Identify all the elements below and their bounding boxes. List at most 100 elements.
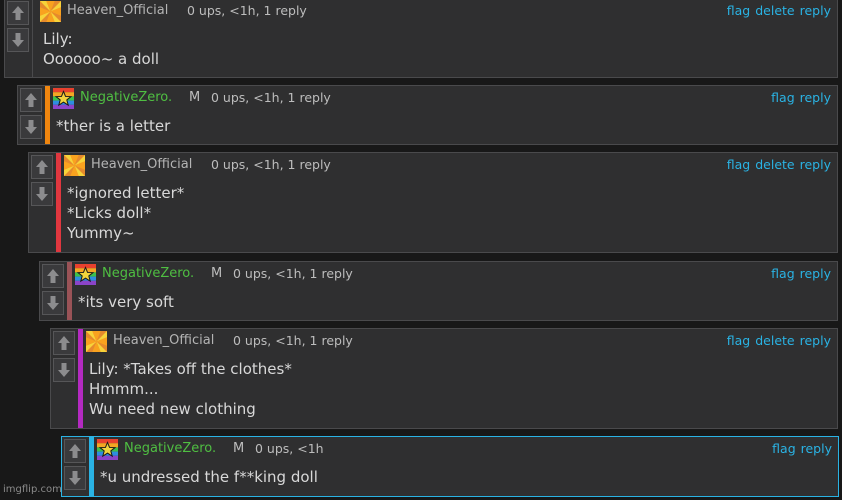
flag-link[interactable]: flag [772, 441, 795, 456]
comment-body: Heaven_Official 0 ups, <1h, 1 reply flag… [40, 0, 831, 77]
username-link[interactable]: NegativeZero. [80, 86, 172, 110]
arrow-down-icon [47, 296, 59, 310]
comment-header: Heaven_Official 0 ups, <1h, 1 reply flag… [64, 153, 831, 177]
arrow-down-icon [58, 363, 70, 377]
vote-column [5, 0, 33, 77]
thread-depth-bar [67, 262, 72, 320]
username-link[interactable]: Heaven_Official [113, 329, 214, 353]
comment-actions: flag reply [767, 437, 832, 461]
arrow-down-icon [25, 120, 37, 134]
comment-header: Heaven_Official 0 ups, <1h, 1 reply flag… [86, 329, 831, 353]
upvote-button[interactable] [31, 155, 53, 179]
comment-text: *ther is a letter [56, 117, 171, 135]
arrow-down-icon [12, 33, 24, 47]
comment-meta: 0 ups, <1h, 1 reply [233, 333, 353, 348]
arrow-up-icon [47, 269, 59, 283]
upvote-button[interactable] [42, 264, 64, 288]
comment-meta: 0 ups, <1h, 1 reply [187, 3, 307, 18]
arrow-down-icon [36, 187, 48, 201]
flag-link[interactable]: flag [771, 90, 794, 105]
username-link[interactable]: NegativeZero. [102, 262, 194, 286]
upvote-button[interactable] [7, 1, 29, 25]
comment: Heaven_Official 0 ups, <1h, 1 reply flag… [4, 0, 838, 78]
mod-badge: M [211, 266, 223, 281]
downvote-button[interactable] [31, 182, 53, 206]
reply-link[interactable]: reply [801, 441, 832, 456]
comment-text: *ignored letter* *Licks doll* Yummy~ [67, 184, 185, 242]
upvote-button[interactable] [53, 331, 75, 355]
reply-link[interactable]: reply [800, 266, 831, 281]
upvote-button[interactable] [20, 88, 42, 112]
heaven-avatar-icon[interactable] [64, 155, 85, 176]
comment-header: NegativeZero. M 0 ups, <1h flag reply [97, 437, 832, 461]
delete-link[interactable]: delete [755, 3, 794, 18]
downvote-button[interactable] [7, 28, 29, 52]
thread-depth-bar [45, 86, 50, 144]
comment-actions: flag reply [766, 86, 831, 110]
comment-meta: 0 ups, <1h, 1 reply [211, 90, 331, 105]
reply-link[interactable]: reply [800, 90, 831, 105]
downvote-button[interactable] [53, 358, 75, 382]
negative-avatar-icon[interactable] [97, 439, 118, 460]
flag-link[interactable]: flag [727, 3, 750, 18]
comment: NegativeZero. M 0 ups, <1h, 1 reply flag… [39, 261, 838, 321]
arrow-up-icon [69, 444, 81, 458]
arrow-up-icon [12, 6, 24, 20]
flag-link[interactable]: flag [727, 157, 750, 172]
vote-column [18, 86, 46, 144]
comment-actions: flag reply [766, 262, 831, 286]
negative-avatar-icon[interactable] [53, 88, 74, 109]
thread-depth-bar [89, 437, 94, 496]
comment-text: Lily: *Takes off the clothes* Hmmm... Wu… [89, 360, 292, 418]
comment-body: NegativeZero. M 0 ups, <1h, 1 reply flag… [53, 86, 831, 144]
downvote-button[interactable] [42, 291, 64, 315]
flag-link[interactable]: flag [771, 266, 794, 281]
comment-body: Heaven_Official 0 ups, <1h, 1 reply flag… [86, 329, 831, 428]
comment-actions: flag delete reply [722, 153, 831, 177]
arrow-up-icon [58, 336, 70, 350]
comment-meta: 0 ups, <1h, 1 reply [211, 157, 331, 172]
comment: Heaven_Official 0 ups, <1h, 1 reply flag… [50, 328, 838, 429]
vote-column [62, 437, 90, 496]
negative-avatar-icon[interactable] [75, 264, 96, 285]
downvote-button[interactable] [20, 115, 42, 139]
heaven-avatar-icon[interactable] [86, 331, 107, 352]
comment: NegativeZero. M 0 ups, <1h flag reply *u … [61, 436, 839, 497]
comment-meta: 0 ups, <1h, 1 reply [233, 266, 353, 281]
heaven-avatar-icon[interactable] [40, 1, 61, 22]
vote-column [51, 329, 79, 428]
imgflip-watermark: imgflip.com [3, 484, 62, 495]
arrow-up-icon [25, 93, 37, 107]
comment-text: *its very soft [78, 293, 174, 311]
comment-actions: flag delete reply [722, 0, 831, 23]
vote-column [40, 262, 68, 320]
thread-depth-bar [56, 153, 61, 252]
upvote-button[interactable] [64, 439, 86, 463]
comment: NegativeZero. M 0 ups, <1h, 1 reply flag… [17, 85, 838, 145]
comment: Heaven_Official 0 ups, <1h, 1 reply flag… [28, 152, 838, 253]
thread-depth-bar [78, 329, 83, 428]
comment-body: Heaven_Official 0 ups, <1h, 1 reply flag… [64, 153, 831, 252]
downvote-button[interactable] [64, 466, 86, 490]
username-link[interactable]: NegativeZero. [124, 437, 216, 461]
reply-link[interactable]: reply [800, 3, 831, 18]
username-link[interactable]: Heaven_Official [91, 153, 192, 177]
comment-header: NegativeZero. M 0 ups, <1h, 1 reply flag… [53, 86, 831, 110]
arrow-down-icon [69, 471, 81, 485]
comment-text: *u undressed the f**king doll [100, 468, 318, 486]
comment-header: NegativeZero. M 0 ups, <1h, 1 reply flag… [75, 262, 831, 286]
comment-meta: 0 ups, <1h [255, 441, 324, 456]
comment-body: NegativeZero. M 0 ups, <1h flag reply *u … [97, 437, 832, 496]
mod-badge: M [233, 441, 245, 456]
reply-link[interactable]: reply [800, 333, 831, 348]
username-link[interactable]: Heaven_Official [67, 0, 168, 23]
arrow-up-icon [36, 160, 48, 174]
mod-badge: M [189, 90, 201, 105]
comment-text: Lily: Oooooo~ a doll [43, 30, 160, 68]
vote-column [29, 153, 57, 252]
delete-link[interactable]: delete [755, 157, 794, 172]
reply-link[interactable]: reply [800, 157, 831, 172]
delete-link[interactable]: delete [755, 333, 794, 348]
comment-actions: flag delete reply [722, 329, 831, 353]
flag-link[interactable]: flag [727, 333, 750, 348]
